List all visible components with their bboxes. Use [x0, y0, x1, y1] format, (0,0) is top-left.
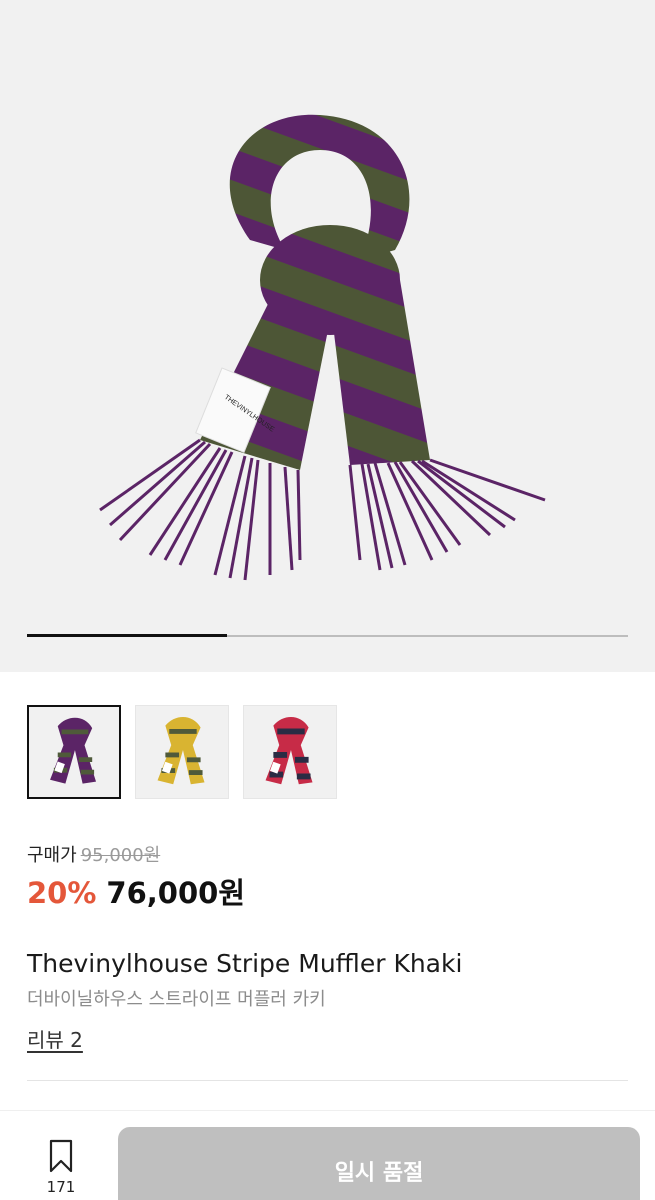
- product-image-gallery[interactable]: THEVINYLHOUSE: [0, 0, 655, 672]
- thumbnail-purple-khaki[interactable]: [27, 705, 121, 799]
- gallery-progress-bar: [27, 634, 628, 637]
- gallery-progress-fill: [27, 634, 228, 637]
- sale-price: 76,000원: [106, 876, 246, 910]
- original-price: 95,000원: [80, 845, 161, 866]
- review-link[interactable]: 리뷰 2: [27, 1024, 83, 1053]
- wishlist-button[interactable]: 171: [38, 1138, 84, 1196]
- thumbnail-red-navy[interactable]: [243, 705, 337, 799]
- wishlist-count: 171: [46, 1178, 76, 1196]
- product-name-english: Thevinylhouse Stripe Muffler Khaki: [27, 949, 463, 978]
- sale-price-row: 20% 76,000원: [27, 870, 245, 912]
- colorway-thumbnails: [27, 705, 337, 799]
- thumbnail-yellow-khaki[interactable]: [135, 705, 229, 799]
- product-page: THEVINYLHOUSE 구매가 95,000원 20% 76,000원 Th…: [0, 0, 655, 1200]
- discount-rate: 20%: [27, 876, 97, 910]
- section-divider: [27, 1080, 628, 1081]
- purchase-price-label: 구매가: [27, 845, 77, 866]
- product-main-image[interactable]: THEVINYLHOUSE: [0, 0, 655, 630]
- product-name-korean: 더바이닐하우스 스트라이프 머플러 카키: [27, 989, 326, 1010]
- temporarily-sold-out-button[interactable]: 일시 품절: [118, 1127, 640, 1200]
- purchase-price-label-row: 구매가 95,000원: [27, 841, 160, 867]
- bookmark-icon: [49, 1139, 73, 1173]
- bottom-bar-divider: [0, 1110, 655, 1111]
